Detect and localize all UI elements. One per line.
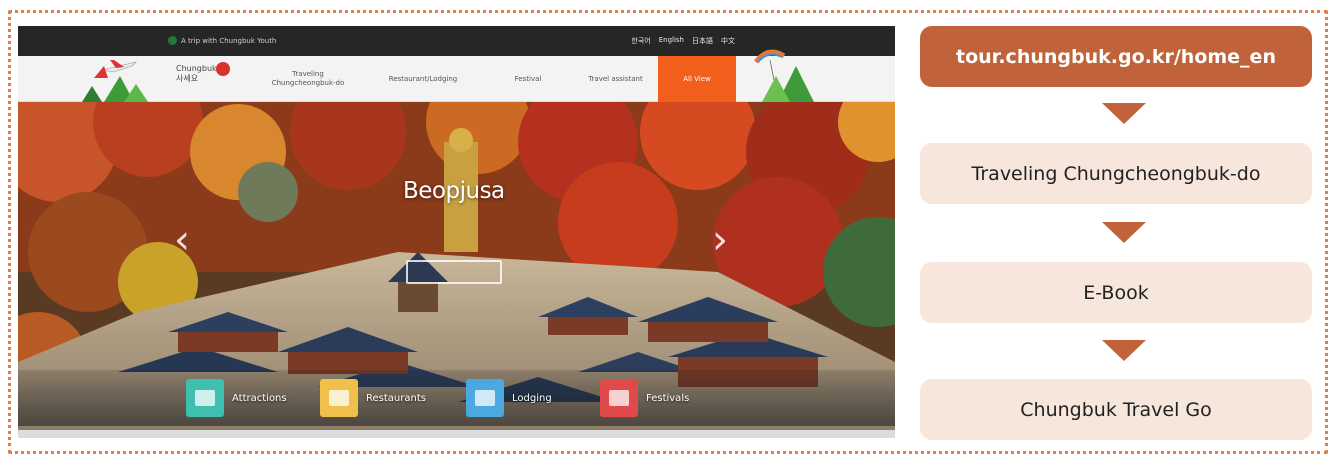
carousel-next-icon[interactable]: › — [706, 220, 734, 260]
airplane-mountain-logo-icon — [82, 60, 148, 102]
restaurants-icon — [320, 379, 358, 417]
nav-restaurant-lodging[interactable]: Restaurant/Lodging — [368, 56, 478, 102]
flow-step-traveling[interactable]: Traveling Chungcheongbuk-do — [920, 143, 1312, 204]
brand-logo-icon — [168, 36, 177, 45]
flow-step-ebook[interactable]: E-Book — [920, 262, 1312, 323]
nav-festival[interactable]: Festival — [498, 56, 558, 102]
site-navbar: Chungbuk 사세요 Traveling Chungcheongbuk-do… — [18, 49, 895, 102]
logo-badge-icon — [216, 62, 230, 76]
hero-more-button[interactable] — [406, 260, 502, 284]
quick-link-restaurants[interactable]: Restaurants — [320, 378, 426, 418]
nav-travel-assistant[interactable]: Travel assistant — [573, 56, 658, 102]
nav-traveling[interactable]: Traveling Chungcheongbuk-do — [268, 56, 348, 102]
attractions-icon — [186, 379, 224, 417]
lang-korean[interactable]: 한국어 — [631, 36, 650, 46]
quick-link-festivals[interactable]: Festivals — [600, 378, 689, 418]
down-arrow-icon — [1102, 222, 1146, 243]
lodging-icon — [466, 379, 504, 417]
quick-links-bar: Attractions Restaurants Lodging Festival… — [18, 370, 895, 426]
festivals-icon — [600, 379, 638, 417]
down-arrow-icon — [1102, 340, 1146, 361]
quick-link-lodging[interactable]: Lodging — [466, 378, 552, 418]
paraglider-mountain-icon — [754, 49, 814, 102]
quick-link-attractions[interactable]: Attractions — [186, 378, 287, 418]
quick-link-label: Lodging — [512, 392, 552, 404]
language-menu: 한국어 English 日本語 中文 — [631, 36, 735, 46]
carousel-prev-icon[interactable]: ‹ — [168, 220, 196, 260]
lang-chinese[interactable]: 中文 — [721, 36, 735, 46]
flow-step-url[interactable]: tour.chungbuk.go.kr/home_en — [920, 26, 1312, 87]
nav-all-view[interactable]: All View — [658, 56, 736, 102]
lang-english[interactable]: English — [659, 36, 684, 46]
brand-text: A trip with Chungbuk Youth — [181, 36, 277, 45]
down-arrow-icon — [1102, 103, 1146, 124]
site-brand[interactable]: A trip with Chungbuk Youth — [168, 36, 276, 45]
lang-japanese[interactable]: 日本語 — [692, 36, 713, 46]
flow-step-travel-go[interactable]: Chungbuk Travel Go — [920, 379, 1312, 440]
quick-link-label: Restaurants — [366, 392, 426, 404]
site-bottom-strip — [18, 430, 895, 438]
quick-link-label: Festivals — [646, 392, 690, 404]
quick-link-label: Attractions — [232, 392, 287, 404]
hero-title: Beopjusa — [403, 178, 505, 204]
hero-banner[interactable]: Beopjusa ‹ › Attractions Restaurants Lod… — [18, 102, 895, 432]
website-screenshot: A trip with Chungbuk Youth 한국어 English 日… — [18, 26, 895, 438]
